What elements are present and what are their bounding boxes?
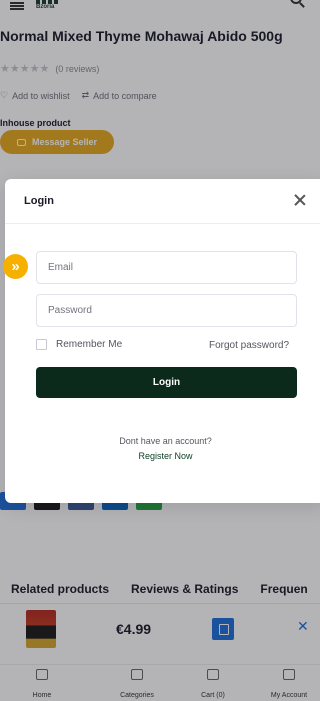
remember-me-row: Remember Me [36,339,122,350]
register-now-link[interactable]: Register Now [5,451,320,461]
modal-divider [5,223,320,224]
email-field[interactable] [36,251,297,284]
login-modal: Login Remember Me Forgot password? Login… [5,179,320,503]
remember-me-checkbox[interactable] [36,339,47,350]
login-button[interactable]: Login [36,367,297,398]
forgot-password-link[interactable]: Forgot password? [209,340,289,351]
no-account-text: Dont have an account? [119,436,212,446]
double-chevron-right-icon[interactable]: » [3,254,28,279]
close-icon[interactable] [293,193,307,207]
modal-title: Login [24,195,54,207]
remember-me-label: Remember Me [56,339,123,350]
password-field[interactable] [36,294,297,327]
